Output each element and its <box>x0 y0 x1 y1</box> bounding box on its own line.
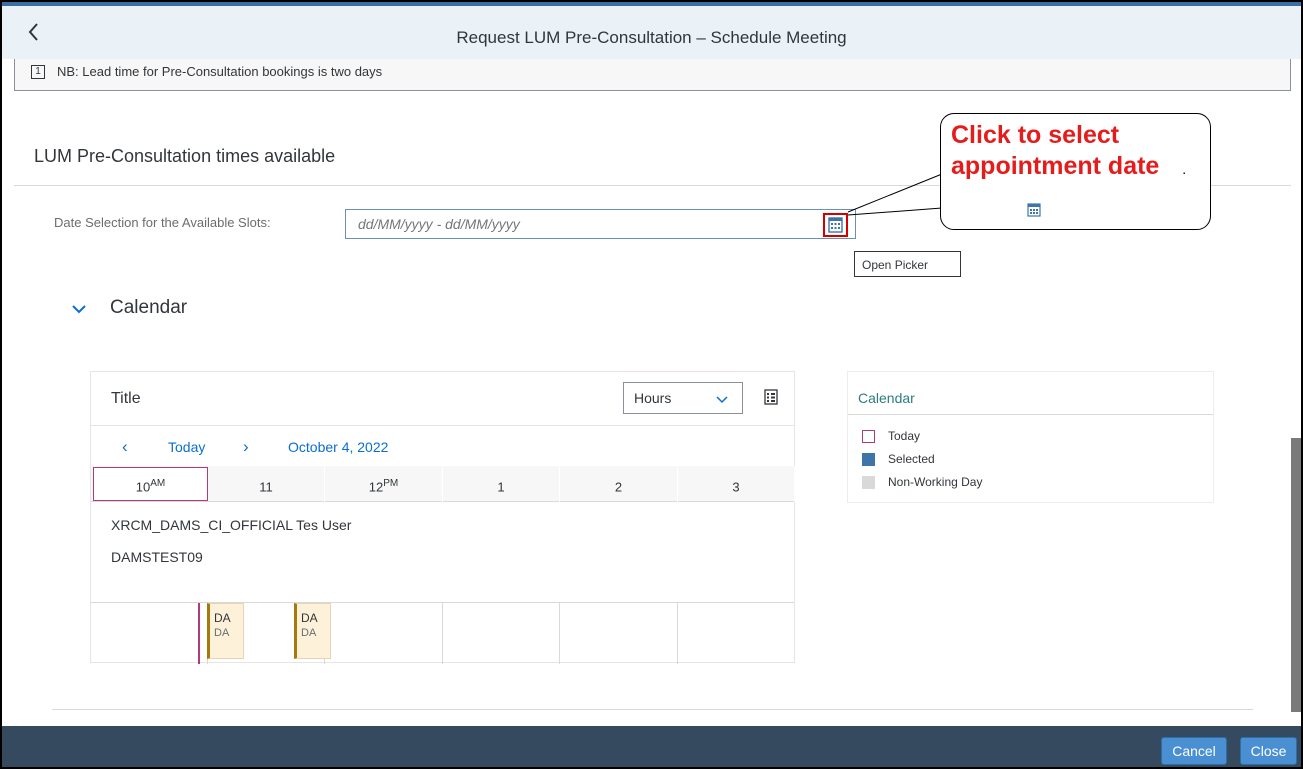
current-time-indicator <box>198 603 200 664</box>
hour-cell[interactable]: 2 <box>560 466 678 502</box>
time-slot[interactable] <box>678 603 795 664</box>
appointment[interactable]: DA DA <box>207 603 244 659</box>
chevron-down-icon[interactable] <box>70 300 88 318</box>
row-header-id: DAMSTEST09 <box>111 549 203 565</box>
info-icon: 1 <box>31 65 45 79</box>
appointment[interactable]: DA DA <box>294 603 331 659</box>
legend-label: Today <box>888 429 921 443</box>
planning-calendar-title: Title <box>111 390 141 407</box>
callout-text: Click to select appointment date . <box>951 120 1209 185</box>
annotation-callout: Click to select appointment date . <box>940 113 1211 230</box>
view-select[interactable]: Hours <box>623 382 743 414</box>
dialog-header: Request LUM Pre-Consultation – Schedule … <box>2 2 1301 59</box>
hour-cell[interactable]: 11 <box>208 466 325 502</box>
legend-swatch <box>862 453 875 466</box>
time-slot[interactable] <box>325 603 443 664</box>
appointment-title: DA <box>214 611 231 625</box>
next-button[interactable]: › <box>243 437 249 457</box>
time-slot[interactable] <box>443 603 560 664</box>
row-header-name: XRCM_DAMS_CI_OFFICIAL Tes User <box>111 517 352 533</box>
appointment-text: DA <box>301 627 317 639</box>
close-button[interactable]: Close <box>1240 737 1297 765</box>
divider <box>52 709 1253 710</box>
hour-cell[interactable]: 12PM <box>325 466 443 502</box>
callout-trailing: . <box>1182 161 1187 177</box>
callout-message: Click to select appointment date <box>951 121 1160 180</box>
legend-swatch <box>862 430 875 443</box>
legend-title: Calendar <box>858 390 915 406</box>
calendar-icon <box>1027 203 1041 217</box>
dialog: Request LUM Pre-Consultation – Schedule … <box>0 0 1303 769</box>
hour-cell[interactable]: 1 <box>443 466 560 502</box>
date-range-placeholder: dd/MM/yyyy - dd/MM/yyyy <box>358 216 520 232</box>
hour-cell[interactable]: 3 <box>678 466 795 502</box>
legend-icon[interactable] <box>763 389 779 405</box>
open-picker-tooltip: Open Picker <box>854 251 961 277</box>
appointment-title: DA <box>301 611 318 625</box>
time-slot[interactable] <box>91 603 208 664</box>
date-navigation-picker[interactable]: October 4, 2022 <box>288 439 388 455</box>
time-slot[interactable] <box>560 603 678 664</box>
lead-time-note: 1 NB: Lead time for Pre-Consultation boo… <box>14 59 1291 91</box>
view-select-value: Hours <box>634 390 672 406</box>
note-text: NB: Lead time for Pre-Consultation booki… <box>57 64 383 79</box>
dialog-title: Request LUM Pre-Consultation – Schedule … <box>456 28 847 47</box>
chevron-down-icon <box>716 396 728 404</box>
callout-pointer <box>847 173 943 216</box>
date-range-input[interactable]: dd/MM/yyyy - dd/MM/yyyy <box>345 209 856 239</box>
divider <box>848 414 1213 415</box>
section-title: LUM Pre-Consultation times available <box>34 146 336 166</box>
legend-swatch <box>862 476 875 489</box>
legend-label: Selected <box>888 452 935 466</box>
calendar-legend: Calendar Today Selected Non-Working Day <box>847 371 1214 503</box>
date-selection-label: Date Selection for the Available Slots: <box>54 215 271 230</box>
hours-row: 10AM 11 12PM 1 2 3 <box>91 466 795 502</box>
planning-calendar: Title Hours ‹ Today › October 4, 2022 10… <box>90 371 795 664</box>
appointment-text: DA <box>214 627 230 639</box>
cancel-button[interactable]: Cancel <box>1161 737 1227 765</box>
previous-button[interactable]: ‹ <box>122 437 128 457</box>
today-button[interactable]: Today <box>168 439 205 455</box>
legend-label: Non-Working Day <box>888 475 983 489</box>
calendar-panel-heading[interactable]: Calendar <box>110 297 187 319</box>
hour-cell[interactable]: 10AM <box>93 467 208 501</box>
divider <box>91 425 794 426</box>
appointments-row: DA DA DA DA <box>91 602 795 664</box>
vertical-scrollbar[interactable] <box>1291 438 1301 712</box>
dialog-footer: Cancel Close <box>2 726 1301 767</box>
